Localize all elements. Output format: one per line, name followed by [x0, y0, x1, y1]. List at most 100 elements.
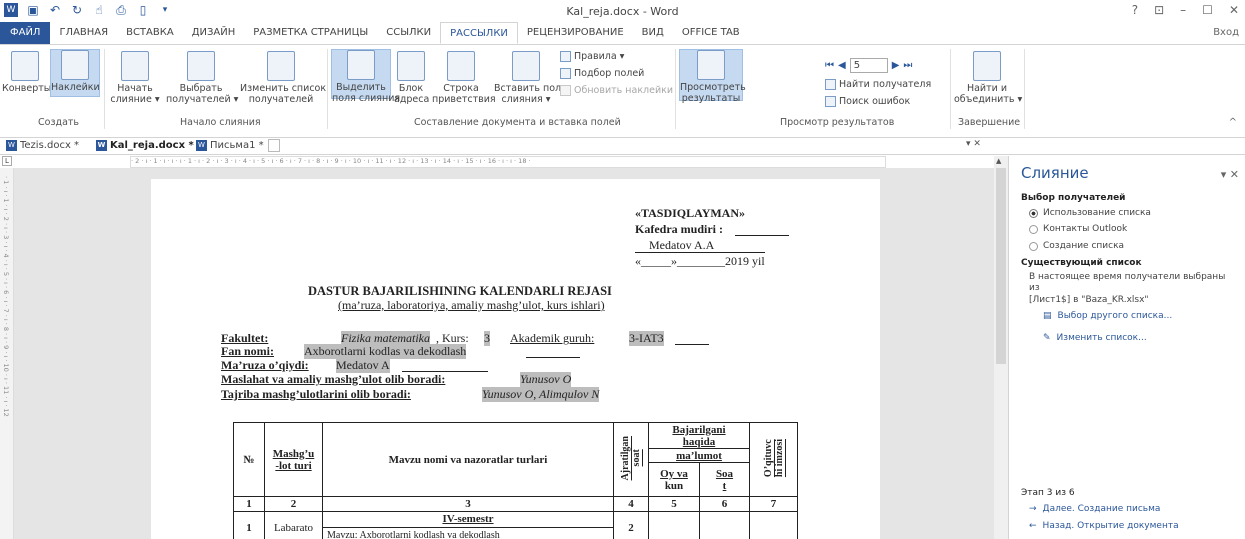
edit-recipient-list-button[interactable]: Изменить список получателей [240, 51, 327, 105]
labels-button[interactable]: Наклейки [50, 49, 100, 97]
radio-use-list[interactable]: Использование списка [1029, 208, 1151, 218]
ribbon-display-options-button[interactable]: ⊡ [1154, 3, 1164, 17]
first-record-icon[interactable]: ⏮ [825, 60, 834, 71]
tab-insert[interactable]: ВСТАВКА [117, 22, 183, 44]
link-label: Назад. Открытие документа [1042, 521, 1179, 531]
header-date-line-1: Oy va [660, 467, 688, 480]
next-step-link[interactable]: → Далее. Создание письма [1029, 504, 1160, 514]
rules-button[interactable]: Правила ▾ [560, 51, 624, 62]
close-button[interactable]: ✕ [1229, 3, 1239, 17]
existing-list-text: из [1029, 283, 1040, 293]
start-mail-merge-button[interactable]: Начать слияние ▾ [110, 51, 160, 105]
group-label: Akademik guruh: [510, 331, 595, 345]
step-indicator: Этап 3 из 6 [1021, 488, 1075, 498]
group-separator [950, 49, 951, 129]
course-value: 3 [484, 331, 490, 346]
next-record-icon[interactable]: ▶ [892, 60, 900, 71]
radio-unchecked-icon [1029, 224, 1038, 234]
collapse-ribbon-icon[interactable]: ^ [1229, 117, 1237, 128]
tab-file[interactable]: ФАЙЛ [0, 22, 51, 44]
scrollbar-thumb[interactable] [996, 168, 1006, 364]
group-label-preview: Просмотр результатов [780, 117, 895, 128]
find-recipient-button[interactable]: Найти получателя [825, 79, 931, 90]
department-head-name: Medatov A.A [649, 238, 715, 252]
existing-list-text: В настоящее время получатели выбраны [1029, 272, 1226, 282]
minimize-button[interactable]: – [1180, 3, 1186, 17]
header-hour-line-1: Soa [715, 467, 734, 480]
radio-outlook-contacts[interactable]: Контакты Outlook [1029, 224, 1127, 234]
header-date-line-2: kun [664, 479, 684, 492]
preview-results-icon [697, 50, 725, 80]
header-type-line-2: -lot turi [275, 459, 312, 472]
edit-list-link[interactable]: ✎ Изменить список... [1043, 333, 1147, 343]
tab-list-dropdown-icon[interactable]: ▾ ✕ [966, 139, 981, 149]
start-merge-label-1: Начать [117, 83, 153, 94]
table-cell [699, 511, 750, 539]
tab-view[interactable]: ВИД [633, 22, 673, 44]
ribbon-mailings: Конверты Наклейки Создать Начать слияние… [0, 44, 1245, 138]
group-separator [327, 49, 328, 129]
document-title: DASTUR BAJARILISHINING KALENDARLI REJASI [308, 284, 612, 298]
new-tab-button[interactable] [268, 139, 280, 152]
radio-checked-icon [1029, 208, 1038, 218]
preview-results-button[interactable]: Просмотреть результаты [679, 49, 746, 104]
edit-list-label-1: Изменить список [240, 83, 327, 94]
scroll-up-icon[interactable]: ▲ [996, 157, 1001, 165]
header-done-line-3: ma’lumot [676, 449, 722, 462]
finish-merge-button[interactable]: Найти и объединить ▾ [954, 51, 1023, 105]
check-errors-icon [825, 96, 836, 107]
doc-tab-tezis[interactable]: W Tezis.docx * [6, 140, 79, 151]
tab-design[interactable]: ДИЗАЙН [183, 22, 245, 44]
header-hours-line-1: Ajratilgan [620, 435, 631, 481]
radio-create-list[interactable]: Создание списка [1029, 241, 1124, 251]
last-record-icon[interactable]: ⏭ [903, 60, 912, 71]
select-other-list-link[interactable]: ▤ Выбор другого списка... [1043, 311, 1172, 321]
insert-merge-field-button[interactable]: Вставить поле слияния ▾ [494, 51, 567, 105]
tab-office-tab[interactable]: OFFICE TAB [673, 22, 749, 44]
radio-label: Создание списка [1043, 241, 1125, 251]
address-block-button[interactable]: Блок адреса [394, 51, 429, 105]
select-recipients-button[interactable]: Выбрать получателей ▾ [166, 51, 238, 105]
record-number-input[interactable]: 5 [849, 58, 888, 73]
highlight-label-1: Выделить [336, 82, 386, 93]
greeting-label-1: Строка [443, 83, 479, 94]
table-cell: 2 [613, 511, 649, 539]
pane-options-icon[interactable]: ▾ ✕ [1221, 168, 1239, 181]
envelope-icon [11, 51, 39, 81]
edit-list-icon [267, 51, 295, 81]
tab-review[interactable]: РЕЦЕНЗИРОВАНИЕ [518, 22, 633, 44]
tab-page-layout[interactable]: РАЗМЕТКА СТРАНИЦЫ [244, 22, 377, 44]
header-hour-line-2: t [722, 479, 727, 492]
table-number-row: 1 2 3 4 5 6 7 [233, 496, 798, 512]
tab-mailings[interactable]: РАССЫЛКИ [440, 22, 518, 44]
update-labels-button[interactable]: Обновить наклейки [560, 85, 673, 96]
highlight-label-2: поля слияния [332, 93, 401, 104]
practice-value: Yunusov O [520, 372, 572, 387]
greeting-line-button[interactable]: Строка приветствия [432, 51, 496, 105]
document-subtitle: (ma’ruza, laboratoriya, amaliy mashg’ulo… [338, 298, 605, 312]
vertical-ruler[interactable]: · 1 · ı · 1 · ı · 2 · ı · 3 · ı · 4 · ı … [0, 168, 14, 539]
match-fields-label: Подбор полей [574, 68, 645, 79]
document-tabs: W Tezis.docx * W Kal_reja.docx * ✕ W Пис… [0, 138, 1245, 155]
doc-tab-letters[interactable]: W Письма1 * [196, 140, 264, 151]
help-button[interactable]: ? [1132, 3, 1138, 17]
check-errors-button[interactable]: Поиск ошибок [825, 96, 910, 107]
tab-home[interactable]: ГЛАВНАЯ [50, 22, 117, 44]
highlight-merge-fields-button[interactable]: Выделить поля слияния [331, 49, 400, 104]
tab-references[interactable]: ССЫЛКИ [377, 22, 440, 44]
envelopes-button[interactable]: Конверты [2, 51, 51, 94]
horizontal-ruler[interactable]: · 2 · ı · 1 · ı · ı · ı · 1 · ı · 2 · ı … [130, 156, 886, 168]
semester-label: IV-semestr [323, 512, 613, 528]
sign-in-link[interactable]: Вход [1213, 27, 1239, 38]
previous-step-link[interactable]: ← Назад. Открытие документа [1029, 521, 1179, 531]
tab-stop-selector[interactable]: L [2, 156, 12, 166]
word-doc-icon: W [6, 140, 17, 151]
record-navigation: ⏮ ◀ 5 ▶ ⏭ [825, 58, 912, 73]
doc-tab-kal-reja[interactable]: W Kal_reja.docx * ✕ [96, 140, 205, 151]
maximize-button[interactable]: ☐ [1202, 3, 1213, 17]
finish-label-2: объединить ▾ [954, 94, 1023, 105]
header-done-line-1: Bajarilgani [672, 423, 726, 436]
match-fields-button[interactable]: Подбор полей [560, 68, 644, 79]
check-errors-label: Поиск ошибок [839, 96, 911, 107]
previous-record-icon[interactable]: ◀ [838, 60, 846, 71]
